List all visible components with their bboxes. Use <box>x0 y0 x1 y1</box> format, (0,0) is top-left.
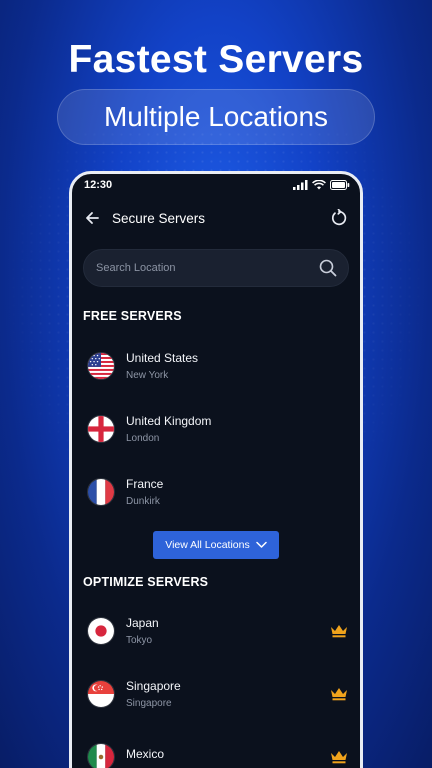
refresh-icon <box>331 209 347 226</box>
signal-icon <box>293 180 308 190</box>
japan-flag-icon <box>87 616 115 645</box>
search-icon <box>319 259 337 277</box>
optimize-server-list: Japan Tokyo Singapore Singapore Mexico <box>72 599 360 768</box>
status-icons <box>293 180 350 190</box>
server-info: Singapore Singapore <box>126 679 330 709</box>
server-item-mexico[interactable]: Mexico <box>72 725 360 768</box>
free-servers-heading: FREE SERVERS <box>83 309 182 323</box>
mexico-flag-icon <box>87 742 115 768</box>
back-button[interactable] <box>84 208 104 228</box>
server-country: Singapore <box>126 678 181 693</box>
singapore-flag-icon <box>87 679 115 708</box>
free-server-list: United States New York United Kingdom Lo… <box>72 334 360 523</box>
app-header: Secure Servers <box>72 198 360 238</box>
server-country: Japan <box>126 615 159 630</box>
search-bar <box>83 249 349 287</box>
server-item-united-kingdom[interactable]: United Kingdom London <box>72 397 360 460</box>
server-country: United States <box>126 350 199 365</box>
server-info: Mexico <box>126 747 330 766</box>
status-time: 12:30 <box>84 179 113 191</box>
status-bar: 12:30 <box>72 174 360 196</box>
server-info: France Dunkirk <box>126 477 348 507</box>
server-item-singapore[interactable]: Singapore Singapore <box>72 662 360 725</box>
server-country: France <box>126 476 164 491</box>
server-item-france[interactable]: France Dunkirk <box>72 460 360 523</box>
france-flag-icon <box>87 477 115 506</box>
search-button[interactable] <box>318 258 338 278</box>
server-item-united-states[interactable]: United States New York <box>72 334 360 397</box>
server-info: Japan Tokyo <box>126 616 330 646</box>
england-flag-icon <box>87 414 115 443</box>
refresh-button[interactable] <box>328 207 350 229</box>
wifi-icon <box>312 180 326 190</box>
server-country: United Kingdom <box>126 413 212 428</box>
server-city: Dunkirk <box>126 495 160 507</box>
crown-icon <box>330 687 348 701</box>
server-city: London <box>126 432 160 444</box>
phone-frame: 12:30 Secure Servers Search Location FRE… <box>69 171 363 768</box>
server-item-japan[interactable]: Japan Tokyo <box>72 599 360 662</box>
search-input[interactable] <box>96 262 318 274</box>
server-info: United States New York <box>126 351 348 381</box>
chevron-down-icon <box>255 541 267 548</box>
server-country: Mexico <box>126 747 165 761</box>
server-info: United Kingdom London <box>126 414 348 444</box>
promo-headline: Fastest Servers <box>68 38 364 81</box>
back-arrow-icon <box>86 212 99 224</box>
promo-subheadline: Multiple Locations <box>103 101 329 132</box>
view-all-wrapper: View All Locations <box>72 531 360 559</box>
us-flag-icon <box>87 351 115 380</box>
server-city: Tokyo <box>126 634 153 646</box>
optimize-servers-heading: OPTIMIZE SERVERS <box>83 575 209 589</box>
page-title: Secure Servers <box>112 210 206 226</box>
promo-subheadline-pill: Multiple Locations <box>57 89 375 145</box>
view-all-locations-button[interactable]: View All Locations <box>153 531 279 559</box>
view-all-label: View All Locations <box>165 539 250 551</box>
server-city: New York <box>126 369 169 381</box>
crown-icon <box>330 624 348 638</box>
crown-icon <box>330 750 348 764</box>
battery-icon <box>330 180 350 190</box>
server-city: Singapore <box>126 697 172 709</box>
